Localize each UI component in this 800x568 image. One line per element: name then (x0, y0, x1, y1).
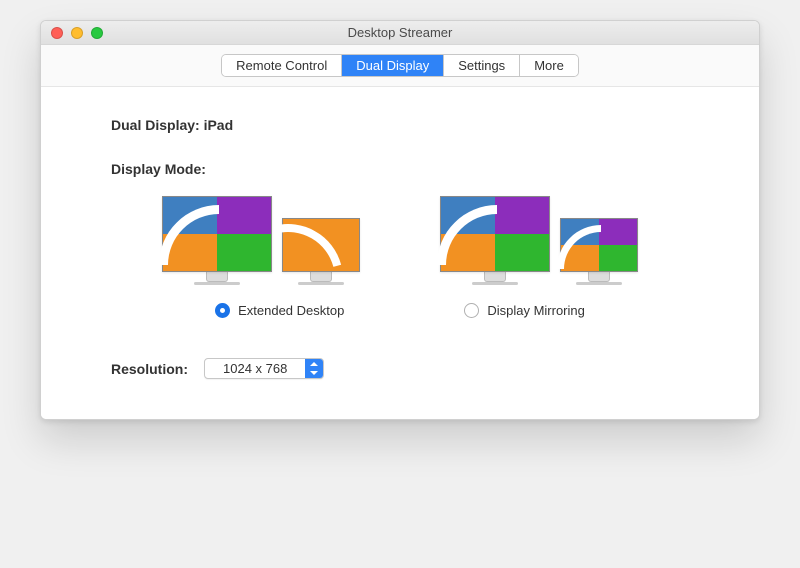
resolution-select[interactable]: 1024 x 768 (204, 358, 324, 379)
page-title: Dual Display: iPad (111, 117, 689, 133)
close-icon[interactable] (51, 27, 63, 39)
chevron-down-icon[interactable] (305, 369, 323, 379)
tab-bar: Remote Control Dual Display Settings Mor… (41, 45, 759, 87)
chevron-up-icon[interactable] (305, 359, 323, 369)
resolution-row: Resolution: 1024 x 768 (111, 358, 689, 379)
monitor-secondary-mirror-icon (560, 218, 638, 272)
zoom-icon[interactable] (91, 27, 103, 39)
tab-settings[interactable]: Settings (444, 55, 520, 76)
tab-more[interactable]: More (520, 55, 578, 76)
minimize-icon[interactable] (71, 27, 83, 39)
display-mode-illustrations (111, 195, 689, 285)
tab-segmented-control: Remote Control Dual Display Settings Mor… (222, 55, 578, 76)
monitor-secondary-extended-icon (282, 218, 360, 272)
mode-mirroring-illustration[interactable] (440, 195, 638, 285)
mode-extended-illustration[interactable] (162, 195, 360, 285)
window-title: Desktop Streamer (41, 25, 759, 40)
tab-dual-display[interactable]: Dual Display (342, 55, 444, 76)
tab-remote-control[interactable]: Remote Control (222, 55, 342, 76)
titlebar: Desktop Streamer (41, 21, 759, 45)
select-stepper-icon[interactable] (305, 359, 323, 378)
resolution-label: Resolution: (111, 361, 188, 377)
resolution-value: 1024 x 768 (205, 359, 305, 378)
display-mode-label: Display Mode: (111, 161, 689, 177)
content-pane: Dual Display: iPad Display Mode: (41, 87, 759, 419)
app-window: Desktop Streamer Remote Control Dual Dis… (40, 20, 760, 420)
window-controls (51, 27, 103, 39)
monitor-primary-mirror-icon (440, 196, 550, 272)
